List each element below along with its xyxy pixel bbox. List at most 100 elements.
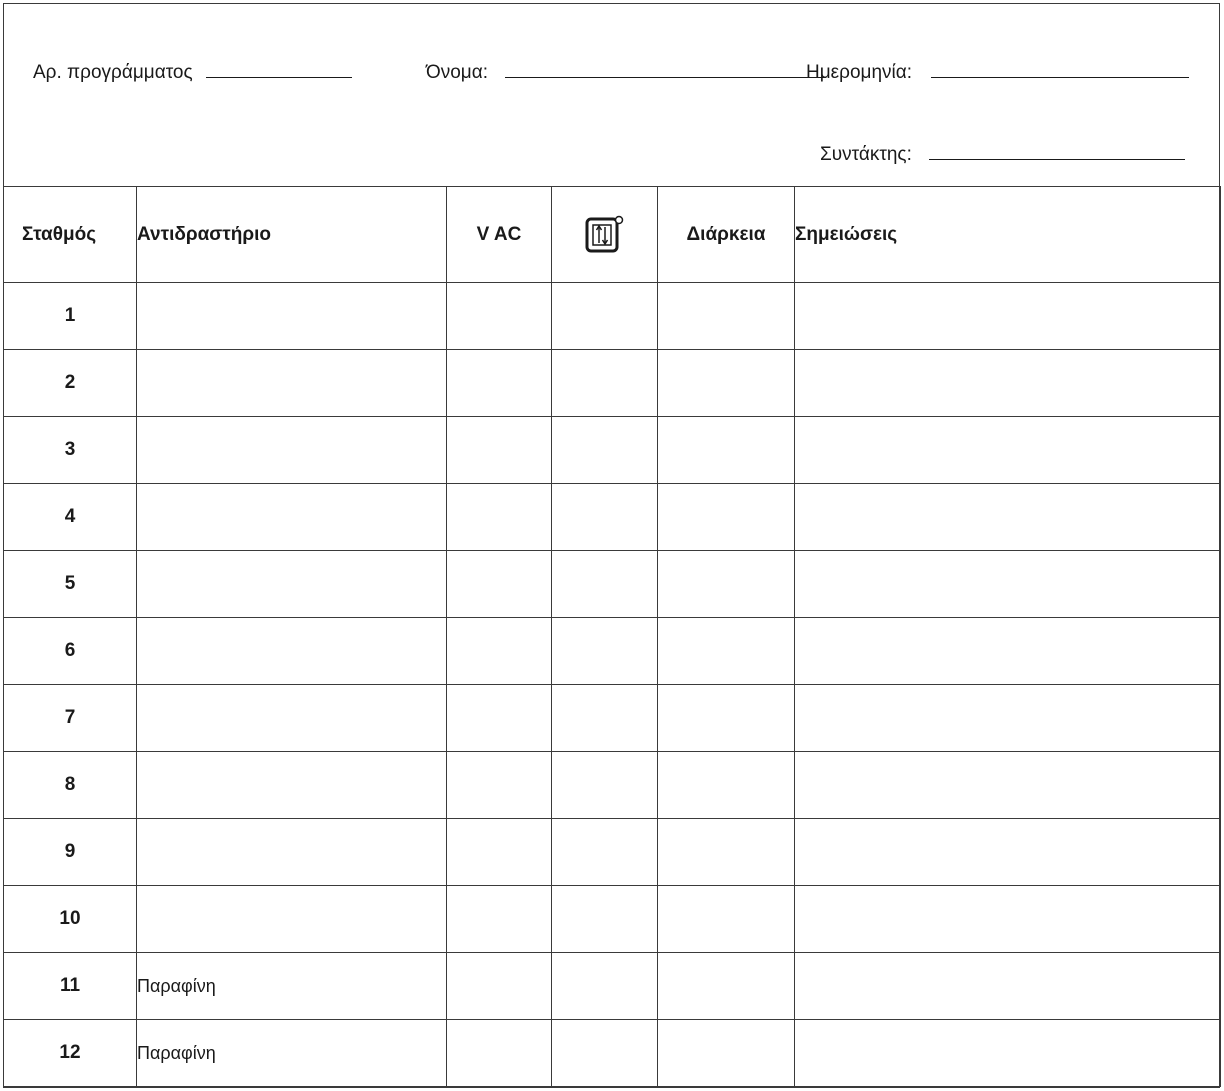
notes-cell[interactable] (794, 818, 1221, 886)
duration-cell[interactable] (657, 282, 795, 350)
notes-cell[interactable] (794, 617, 1221, 685)
reagent-cell[interactable] (136, 550, 447, 618)
notes-cell[interactable] (794, 751, 1221, 819)
mode-cell[interactable] (551, 282, 658, 350)
vac-cell[interactable] (446, 483, 552, 551)
mode-cell[interactable] (551, 349, 658, 417)
vac-cell[interactable] (446, 349, 552, 417)
reagent-cell[interactable] (136, 885, 447, 953)
program-number-blank[interactable] (205, 76, 352, 78)
name-blank[interactable] (505, 76, 826, 78)
col-header-vac: V AC (446, 186, 552, 283)
table-row: 3 (3, 416, 1221, 484)
station-number: 6 (3, 617, 137, 685)
date-field: Ημερομηνία: (806, 62, 1190, 84)
vac-cell[interactable] (446, 617, 552, 685)
program-number-field: Αρ. προγράμματος (33, 62, 352, 84)
vac-cell[interactable] (446, 952, 552, 1020)
col-header-mode (551, 186, 658, 283)
station-number: 5 (3, 550, 137, 618)
station-number: 8 (3, 751, 137, 819)
vac-cell[interactable] (446, 684, 552, 752)
author-blank[interactable] (929, 158, 1186, 160)
mode-cell[interactable] (551, 818, 658, 886)
mode-cell[interactable] (551, 617, 658, 685)
notes-cell[interactable] (794, 550, 1221, 618)
duration-cell[interactable] (657, 885, 795, 953)
duration-cell[interactable] (657, 818, 795, 886)
reagent-cell[interactable]: Παραφίνη (136, 1019, 447, 1087)
col-header-notes: Σημειώσεις (794, 186, 1221, 283)
duration-cell[interactable] (657, 1019, 795, 1087)
table-row: 6 (3, 617, 1221, 685)
mode-cell[interactable] (551, 1019, 658, 1087)
col-header-duration: Διάρκεια (657, 186, 795, 283)
program-table: Σταθμός Αντιδραστήριο V AC Διάρκεια Σημε… (3, 186, 1221, 1087)
mode-cell[interactable] (551, 751, 658, 819)
mode-cell[interactable] (551, 550, 658, 618)
col-header-station: Σταθμός (3, 186, 137, 283)
station-number: 4 (3, 483, 137, 551)
notes-cell[interactable] (794, 349, 1221, 417)
date-blank[interactable] (931, 76, 1190, 78)
table-row: 10 (3, 885, 1221, 953)
vac-cell[interactable] (446, 282, 552, 350)
table-row: 11 Παραφίνη (3, 952, 1221, 1020)
duration-cell[interactable] (657, 483, 795, 551)
duration-cell[interactable] (657, 617, 795, 685)
table-row: 8 (3, 751, 1221, 819)
mode-cell[interactable] (551, 483, 658, 551)
table-row: 9 (3, 818, 1221, 886)
table-header-row: Σταθμός Αντιδραστήριο V AC Διάρκεια Σημε… (3, 186, 1221, 283)
duration-cell[interactable] (657, 550, 795, 618)
vac-cell[interactable] (446, 885, 552, 953)
author-field: Συντάκτης: (820, 144, 1186, 166)
vac-cell[interactable] (446, 751, 552, 819)
table-row: 12 Παραφίνη (3, 1019, 1221, 1087)
mode-cell[interactable] (551, 416, 658, 484)
station-number: 3 (3, 416, 137, 484)
mode-cell[interactable] (551, 952, 658, 1020)
name-label: Όνομα: (426, 62, 488, 83)
table-row: 7 (3, 684, 1221, 752)
table-row: 2 (3, 349, 1221, 417)
duration-cell[interactable] (657, 416, 795, 484)
reagent-cell[interactable] (136, 282, 447, 350)
vac-cell[interactable] (446, 818, 552, 886)
notes-cell[interactable] (794, 282, 1221, 350)
stir-mode-icon (585, 215, 623, 252)
date-label: Ημερομηνία: (806, 62, 913, 83)
duration-cell[interactable] (657, 684, 795, 752)
vac-cell[interactable] (446, 416, 552, 484)
mode-cell[interactable] (551, 684, 658, 752)
notes-cell[interactable] (794, 483, 1221, 551)
duration-cell[interactable] (657, 952, 795, 1020)
notes-cell[interactable] (794, 1019, 1221, 1087)
station-number: 1 (3, 282, 137, 350)
station-number: 2 (3, 349, 137, 417)
duration-cell[interactable] (657, 349, 795, 417)
notes-cell[interactable] (794, 952, 1221, 1020)
reagent-cell[interactable] (136, 684, 447, 752)
duration-cell[interactable] (657, 751, 795, 819)
vac-cell[interactable] (446, 1019, 552, 1087)
mode-cell[interactable] (551, 885, 658, 953)
reagent-cell[interactable] (136, 416, 447, 484)
reagent-cell[interactable]: Παραφίνη (136, 952, 447, 1020)
notes-cell[interactable] (794, 684, 1221, 752)
reagent-cell[interactable] (136, 483, 447, 551)
program-number-label: Αρ. προγράμματος (33, 62, 193, 83)
notes-cell[interactable] (794, 885, 1221, 953)
table-row: 4 (3, 483, 1221, 551)
table-row: 5 (3, 550, 1221, 618)
vac-cell[interactable] (446, 550, 552, 618)
station-number: 7 (3, 684, 137, 752)
reagent-cell[interactable] (136, 617, 447, 685)
reagent-cell[interactable] (136, 818, 447, 886)
table-row: 1 (3, 282, 1221, 350)
station-number: 12 (3, 1019, 137, 1087)
reagent-cell[interactable] (136, 751, 447, 819)
reagent-cell[interactable] (136, 349, 447, 417)
notes-cell[interactable] (794, 416, 1221, 484)
station-number: 10 (3, 885, 137, 953)
